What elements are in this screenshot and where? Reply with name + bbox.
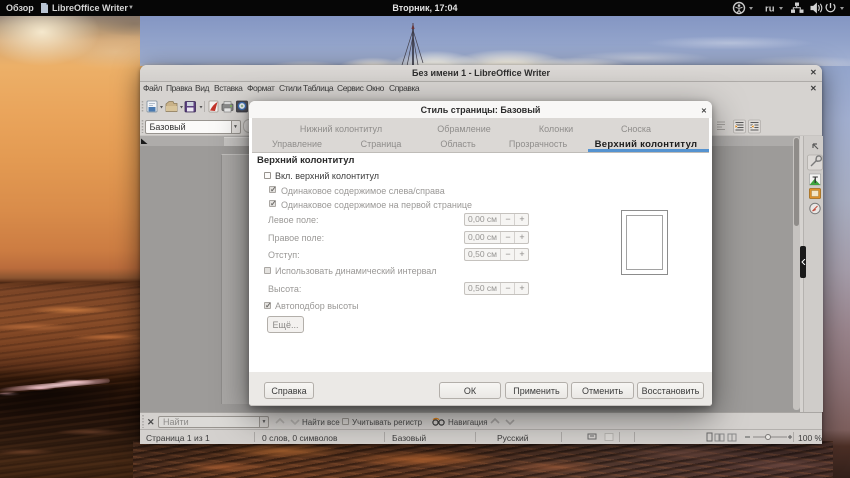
- svg-text:T: T: [813, 175, 819, 185]
- svg-text:ru: ru: [765, 4, 775, 15]
